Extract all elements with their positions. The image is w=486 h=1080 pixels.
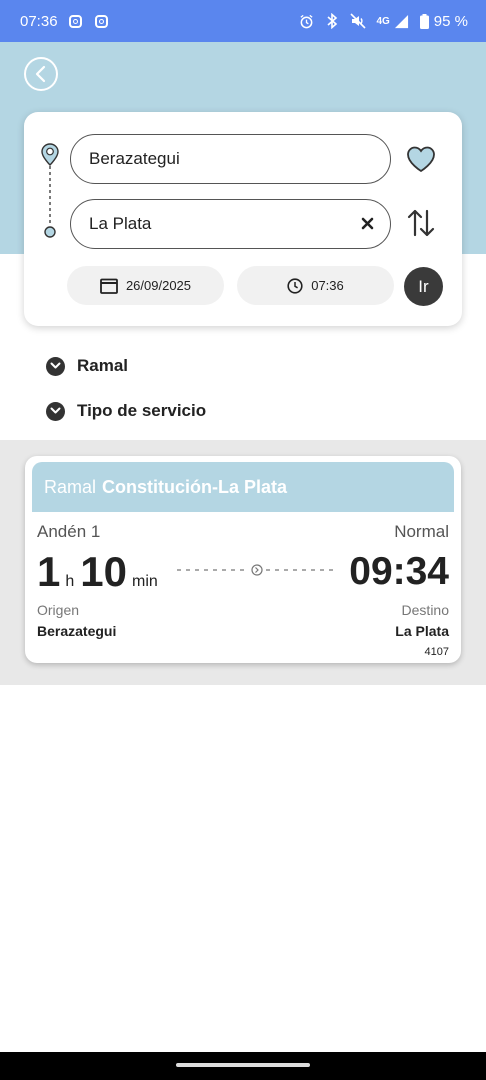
duration-minutes-unit: min xyxy=(131,573,158,590)
status-bar-left: 07:36 xyxy=(20,13,110,30)
swap-vertical-icon xyxy=(407,209,435,237)
close-icon xyxy=(361,217,374,230)
time-picker-button[interactable]: 07:36 xyxy=(237,266,394,305)
origin-value: Berazategui xyxy=(89,149,180,168)
destination-label: Destino xyxy=(401,602,449,618)
go-button[interactable]: Ir xyxy=(404,267,443,306)
bluetooth-icon xyxy=(324,13,340,29)
swap-button[interactable] xyxy=(404,206,438,240)
chevron-left-icon xyxy=(35,65,46,83)
duration-minutes: 10 xyxy=(80,548,127,595)
network-type: 4G xyxy=(376,15,390,27)
clear-destination-button[interactable] xyxy=(361,214,374,234)
train-number: 4107 xyxy=(424,646,449,658)
destination-station: La Plata xyxy=(395,623,449,639)
service-type-label: Normal xyxy=(394,522,449,541)
date-picker-button[interactable]: 26/09/2025 xyxy=(67,266,224,305)
duration-hours: 1 xyxy=(37,548,61,595)
duration-hours-unit: h xyxy=(65,573,75,590)
ramal-prefix: Ramal xyxy=(44,476,97,497)
service-type-filter-label: Tipo de servicio xyxy=(77,401,207,420)
route-line-icon xyxy=(41,143,59,238)
status-bar: 07:36 4G 95 % xyxy=(0,0,486,42)
status-bar-right: 4G 95 % xyxy=(298,13,468,30)
go-button-label: Ir xyxy=(418,276,429,296)
trip-duration: 1 h 10 min xyxy=(37,548,164,596)
mute-icon xyxy=(350,13,367,29)
signal-icon xyxy=(394,13,410,29)
time-value: 07:36 xyxy=(311,278,344,293)
favorite-button[interactable] xyxy=(404,142,438,176)
origin-station: Berazategui xyxy=(37,623,117,639)
back-button[interactable] xyxy=(24,57,58,91)
heart-icon xyxy=(407,146,435,173)
chevron-down-icon xyxy=(46,356,65,376)
trip-card[interactable]: Ramal Constitución-La Plata Andén 1 Norm… xyxy=(25,456,461,663)
ramal-filter-label: Ramal xyxy=(77,356,129,375)
destination-field[interactable]: La Plata xyxy=(70,199,391,249)
origin-label: Origen xyxy=(37,602,80,618)
ramal-filter[interactable]: Ramal xyxy=(46,356,128,376)
battery-icon xyxy=(420,13,430,29)
destination-value: La Plata xyxy=(89,214,152,233)
status-time: 07:36 xyxy=(20,12,58,30)
date-value: 26/09/2025 xyxy=(125,278,192,293)
home-gesture-handle[interactable] xyxy=(176,1063,310,1067)
instagram-icon xyxy=(68,13,84,29)
instagram-icon xyxy=(94,13,110,29)
alarm-icon xyxy=(298,13,314,29)
service-type-filter[interactable]: Tipo de servicio xyxy=(46,401,206,421)
clock-icon xyxy=(287,277,303,294)
origin-field[interactable]: Berazategui xyxy=(70,134,391,184)
search-card: Berazategui La Plata 26/09/2025 07:36 Ir xyxy=(24,112,462,326)
route-progress-icon xyxy=(177,564,333,576)
trip-card-header: Ramal Constitución-La Plata xyxy=(32,462,454,512)
ramal-name: Constitución-La Plata xyxy=(102,476,288,497)
calendar-icon xyxy=(100,278,118,294)
battery-level: 95 % xyxy=(433,12,468,30)
chevron-down-icon xyxy=(46,401,65,421)
arrival-time: 09:34 xyxy=(349,550,449,593)
platform-label: Andén 1 xyxy=(37,522,101,541)
